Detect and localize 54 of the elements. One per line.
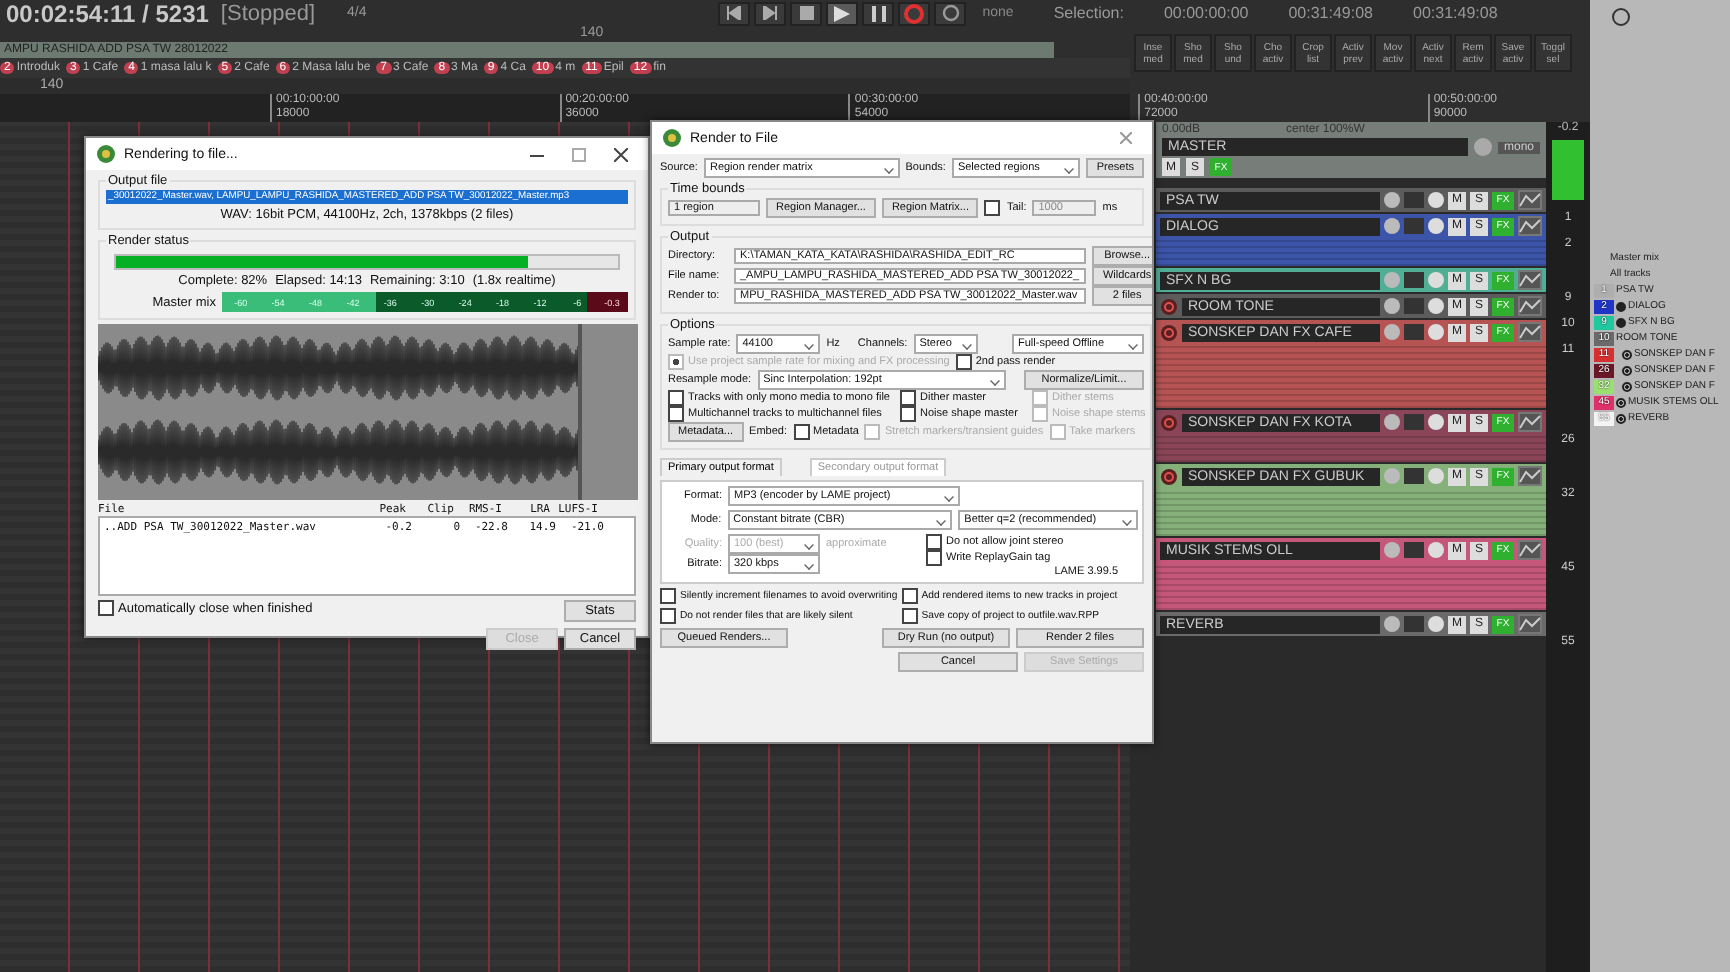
checkbox[interactable] bbox=[668, 390, 684, 406]
volume-knob[interactable] bbox=[1384, 414, 1400, 430]
checkbox[interactable] bbox=[926, 550, 942, 566]
play-button[interactable] bbox=[826, 1, 859, 25]
stop-icon bbox=[799, 6, 814, 20]
envelope-icon[interactable] bbox=[1518, 190, 1542, 210]
selection-length: 00:31:49:08 bbox=[1413, 4, 1498, 22]
envelope-icon[interactable] bbox=[1518, 296, 1542, 316]
selection-end: 00:31:49:08 bbox=[1288, 4, 1373, 22]
pan-knob[interactable] bbox=[1428, 616, 1444, 632]
envelope-icon[interactable] bbox=[1518, 540, 1542, 560]
record-icon bbox=[904, 3, 925, 23]
checkbox[interactable] bbox=[901, 608, 918, 624]
envelope-icon[interactable] bbox=[1518, 216, 1542, 236]
record-arm-icon[interactable] bbox=[1160, 413, 1178, 431]
record-arm-icon[interactable] bbox=[1160, 467, 1178, 485]
play-icon bbox=[834, 5, 851, 21]
app-logo-icon bbox=[662, 128, 682, 148]
checkbox[interactable] bbox=[955, 354, 972, 370]
transport-time: 00:02:54:11 / 5231 bbox=[6, 0, 209, 27]
checkbox[interactable] bbox=[900, 390, 916, 406]
checkbox[interactable] bbox=[793, 424, 809, 440]
pause-button[interactable] bbox=[862, 1, 895, 25]
previous-button[interactable] bbox=[718, 1, 751, 25]
stop-button[interactable] bbox=[790, 1, 823, 25]
checkbox[interactable] bbox=[926, 534, 942, 550]
selection-start: 00:00:00:00 bbox=[1163, 4, 1249, 22]
checkbox[interactable] bbox=[901, 588, 918, 604]
envelope-icon[interactable] bbox=[1518, 614, 1542, 634]
selection-label: Selection: bbox=[1053, 4, 1124, 22]
close-icon[interactable] bbox=[614, 147, 628, 161]
checkbox[interactable] bbox=[668, 406, 684, 422]
checkbox[interactable] bbox=[660, 608, 676, 624]
volume-knob[interactable] bbox=[1384, 616, 1400, 632]
checkbox[interactable] bbox=[98, 600, 114, 616]
help-icon[interactable] bbox=[1612, 8, 1630, 26]
master-meter bbox=[1552, 140, 1584, 200]
envelope-icon[interactable] bbox=[1518, 322, 1542, 342]
skip-back-icon bbox=[726, 6, 743, 20]
repeat-icon bbox=[941, 4, 960, 22]
pan-knob[interactable] bbox=[1428, 542, 1444, 558]
pan-knob[interactable] bbox=[1428, 414, 1444, 430]
checkbox[interactable] bbox=[900, 406, 916, 422]
app-logo-icon bbox=[96, 144, 116, 164]
record-button[interactable] bbox=[898, 1, 931, 25]
pause-icon bbox=[871, 5, 886, 21]
envelope-icon[interactable] bbox=[1518, 412, 1542, 432]
transport-state: [Stopped] bbox=[220, 1, 316, 25]
skip-forward-icon bbox=[762, 6, 779, 20]
next-button[interactable] bbox=[754, 1, 787, 25]
repeat-button[interactable] bbox=[934, 1, 967, 25]
envelope-icon[interactable] bbox=[1518, 270, 1542, 290]
checkbox[interactable] bbox=[660, 588, 676, 604]
envelope-icon[interactable] bbox=[1518, 466, 1542, 486]
